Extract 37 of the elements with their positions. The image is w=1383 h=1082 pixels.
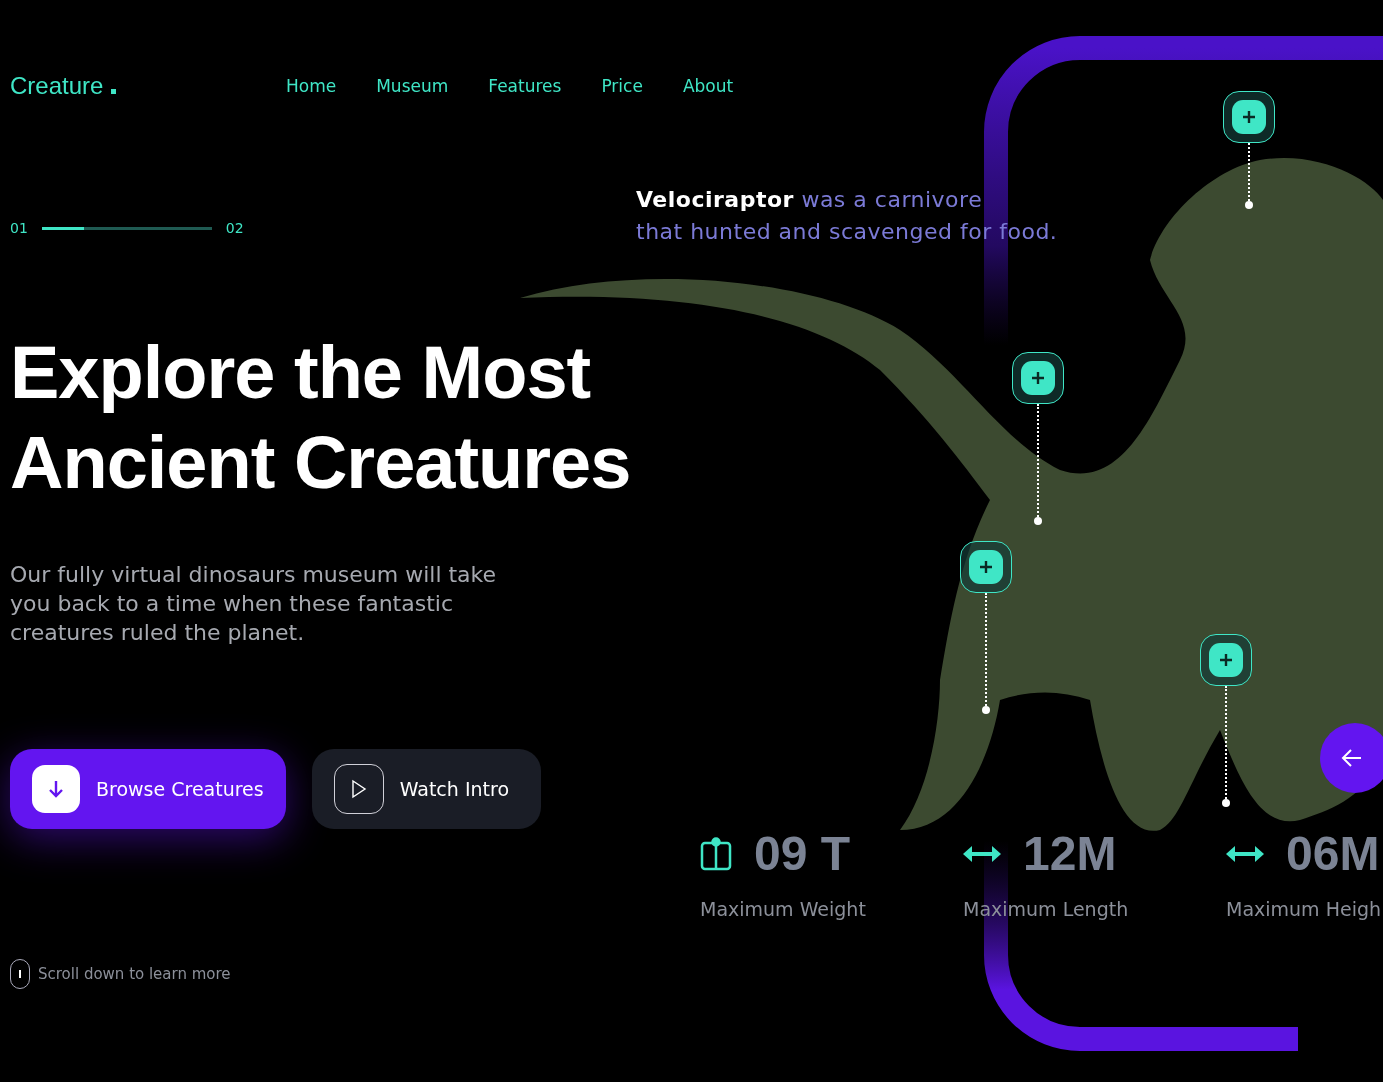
nav-link[interactable]: Museum [376, 76, 449, 96]
stat-label: Maximum Length [963, 898, 1130, 920]
plus-icon [979, 560, 993, 574]
logo[interactable]: Creature [10, 72, 104, 100]
slide-number: 02 [225, 220, 244, 236]
double-arrow-icon [963, 845, 1001, 863]
slide-number: 01 [10, 220, 28, 236]
plus-icon [1031, 371, 1045, 385]
arrow-down-icon [47, 779, 65, 799]
plus-icon [1219, 653, 1233, 667]
browse-button[interactable]: Browse Creatures [10, 749, 286, 829]
stat-label: Maximum Weight [700, 898, 867, 920]
stat-value: 12M [1023, 828, 1117, 880]
stat-label: Maximum Heigh [1226, 898, 1382, 920]
double-arrow-icon [1226, 845, 1264, 863]
scroll-hint: Scroll down to learn more [38, 965, 231, 983]
headline: Explore the Most Ancient Creatures [10, 330, 631, 506]
anchor-dot [1222, 799, 1230, 807]
nav-link[interactable]: Features [488, 76, 562, 96]
nav-link[interactable]: Home [286, 76, 337, 96]
stat-value: 09 T [754, 828, 851, 880]
hotspot-button[interactable] [1223, 91, 1275, 143]
scale-icon [700, 837, 732, 871]
plus-icon [1242, 110, 1256, 124]
anchor-dot [982, 706, 990, 714]
play-icon [350, 779, 367, 799]
dinosaur-caption: Velociraptor was a carnivore that hunted and scavenged for food. [636, 186, 1058, 246]
nav-link[interactable]: About [682, 76, 734, 96]
anchor-dot [1245, 201, 1253, 209]
hotspot-button[interactable] [960, 541, 1012, 593]
watch-button[interactable]: Watch Intro [311, 749, 541, 829]
anchor-dot [1034, 517, 1042, 525]
hotspot-button[interactable] [1200, 634, 1252, 686]
stat-value: 06M [1286, 828, 1380, 880]
hotspot-button[interactable] [1012, 352, 1064, 404]
description: Our fully virtual dinosaurs museum will take you back to a time when these fantastic creatures ruled the planet. [10, 561, 498, 647]
nav-link[interactable]: Price [601, 76, 643, 96]
